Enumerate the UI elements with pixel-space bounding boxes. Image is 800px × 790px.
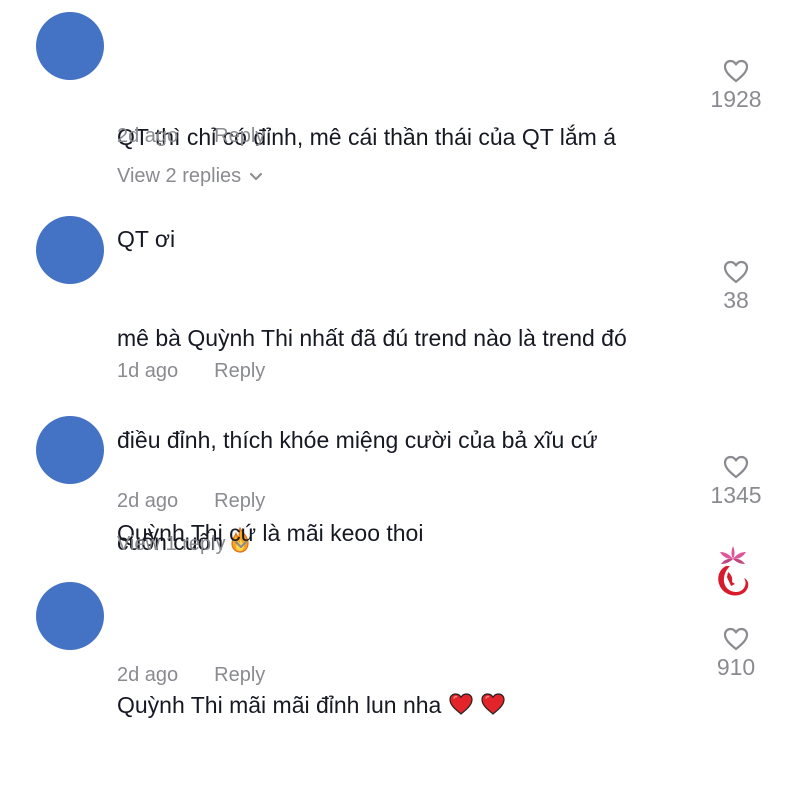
comment-text-line: mê bà Quỳnh Thi nhất đã đú trend nào là … — [117, 325, 627, 351]
comment-text-fragment: Quỳnh Thi mãi mãi đỉnh lun nha — [117, 692, 442, 718]
heart-outline-icon — [723, 59, 749, 83]
comment-timestamp: 2d ago — [117, 664, 179, 686]
reply-button[interactable]: Reply — [214, 360, 265, 383]
like-count: 1928 — [710, 86, 762, 112]
reply-button[interactable]: Reply — [214, 490, 265, 513]
like-button[interactable]: 1345 — [700, 454, 772, 509]
like-button[interactable]: 38 — [700, 259, 772, 314]
heart-outline-icon — [723, 627, 749, 651]
like-count: 1345 — [710, 482, 762, 508]
comment-meta: 2d ago Reply — [117, 125, 265, 148]
chevron-down-icon — [234, 540, 247, 548]
view-replies-button[interactable]: View 2 replies — [117, 165, 263, 188]
reply-button[interactable]: Reply — [214, 125, 265, 148]
flower-logo-icon — [718, 546, 749, 596]
like-count: 38 — [723, 287, 749, 313]
comment-text-line: Quỳnh Thi mãi mãi đỉnh lun nha — [117, 688, 692, 722]
comment-meta: 2d ago Reply — [117, 664, 265, 687]
red-heart-emoji-icon — [481, 693, 505, 715]
reply-button[interactable]: Reply — [214, 664, 265, 687]
heart-outline-icon — [723, 455, 749, 479]
like-button[interactable]: 1928 — [700, 58, 772, 113]
comment-text: Quỳnh Thi mãi mãi đỉnh lun nha — [117, 620, 692, 790]
view-replies-label: View 1 reply — [117, 533, 226, 555]
view-replies-button[interactable]: View 1 reply — [117, 533, 248, 556]
avatar[interactable] — [36, 216, 104, 284]
comment-timestamp: 2d ago — [117, 125, 179, 147]
like-count: 910 — [716, 654, 756, 680]
comment-meta: 1d ago Reply — [117, 360, 265, 383]
comment-text-line: QT ơi — [117, 226, 176, 252]
avatar[interactable] — [36, 416, 104, 484]
avatar[interactable] — [36, 12, 104, 80]
chevron-down-icon — [250, 172, 263, 180]
comment-meta: 2d ago Reply — [117, 490, 265, 513]
avatar[interactable] — [36, 582, 104, 650]
view-replies-label: View 2 replies — [117, 165, 242, 187]
comment-timestamp: 1d ago — [117, 360, 179, 382]
red-heart-emoji-icon — [449, 693, 473, 715]
heart-outline-icon — [723, 260, 749, 284]
comment-timestamp: 2d ago — [117, 490, 179, 512]
like-button[interactable]: 910 — [700, 626, 772, 681]
